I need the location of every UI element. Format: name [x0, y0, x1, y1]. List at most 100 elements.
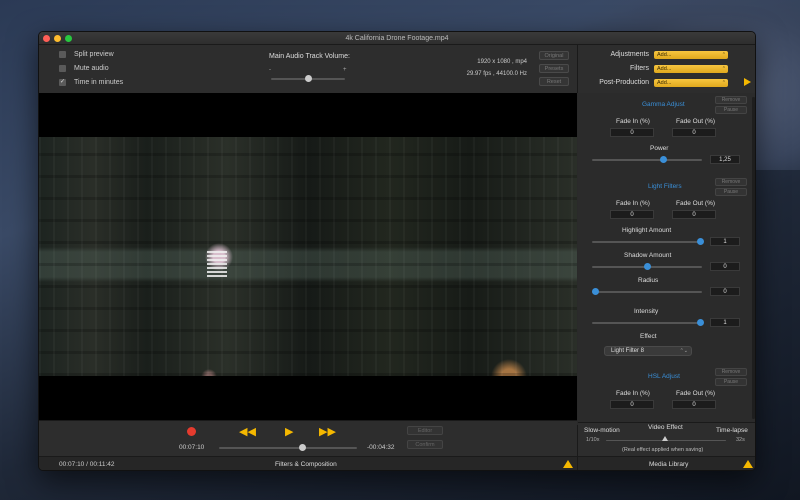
confirm-button[interactable]: Confirm	[407, 440, 443, 449]
window-controls	[43, 35, 72, 42]
minimize-button[interactable]	[54, 35, 61, 42]
volume-minus-icon: -	[269, 67, 271, 73]
panel-divider	[577, 425, 578, 470]
effect-label: Effect	[640, 333, 657, 340]
video-effect-title: Video Effect	[648, 424, 683, 431]
radius-label: Radius	[638, 277, 659, 284]
gamma-remove-button[interactable]: Remove	[715, 96, 747, 104]
elapsed-time: 00:07:10	[179, 444, 205, 451]
hsl-pause-button[interactable]: Pause	[715, 378, 747, 386]
volume-slider[interactable]	[271, 75, 345, 82]
record-button[interactable]	[187, 427, 196, 436]
remaining-time: -00:04:32	[367, 444, 395, 451]
intensity-slider-knob[interactable]	[697, 319, 704, 326]
shadow-slider-knob[interactable]	[644, 263, 651, 270]
time-in-minutes-label: Time in minutes	[74, 79, 124, 86]
original-button[interactable]: Original	[539, 51, 569, 60]
mute-audio-option[interactable]: Mute audio	[59, 65, 109, 72]
highlight-value[interactable]: 1	[710, 237, 740, 246]
filters-expand-icon[interactable]	[563, 460, 573, 468]
intensity-slider[interactable]	[592, 319, 704, 326]
zoom-button[interactable]	[65, 35, 72, 42]
highlight-slider-knob[interactable]	[697, 238, 704, 245]
radius-value[interactable]: 0	[710, 287, 740, 296]
mute-audio-checkbox[interactable]	[59, 65, 66, 72]
volume-label: Main Audio Track Volume:	[269, 53, 350, 60]
hsl-fade-in-label: Fade In (%)	[616, 390, 650, 397]
adjustments-dropdown[interactable]: Add...	[654, 51, 728, 59]
speed-min-label: 1/10x	[586, 437, 600, 443]
hsl-fade-in-field[interactable]: 0	[610, 400, 654, 409]
add-effects-panel: Adjustments Add... Filters Add... Post-P…	[577, 45, 755, 93]
gamma-fade-out-field[interactable]: 0	[672, 128, 716, 137]
light-pause-button[interactable]: Pause	[715, 188, 747, 196]
reset-button[interactable]: Reset	[539, 77, 569, 86]
power-slider[interactable]	[592, 156, 702, 163]
gamma-fade-in-field[interactable]: 0	[610, 128, 654, 137]
mute-audio-label: Mute audio	[74, 65, 109, 72]
fps-info: 29.97 fps , 44100.0 Hz	[466, 71, 527, 77]
play-icon[interactable]: ▶	[285, 425, 293, 438]
effects-list: Gamma Adjust Remove Pause Fade In (%) Fa…	[578, 93, 755, 422]
intensity-label: Intensity	[634, 308, 659, 315]
split-preview-checkbox[interactable]	[59, 51, 66, 58]
slow-motion-label: Slow-motion	[584, 427, 620, 434]
video-effect-slider-knob[interactable]	[662, 436, 668, 441]
effect-select[interactable]: Light Filter 8	[604, 346, 692, 356]
crosswalk-detail	[207, 249, 227, 277]
video-frame	[39, 137, 577, 376]
shadow-slider[interactable]	[592, 263, 702, 270]
highlight-amount-label: Highlight Amount	[622, 227, 672, 234]
rewind-icon[interactable]: ◀◀	[239, 425, 256, 438]
volume-plus-icon: +	[343, 67, 347, 73]
video-effect-slider[interactable]	[606, 436, 726, 441]
light-fade-in-label: Fade In (%)	[616, 200, 650, 207]
radius-slider[interactable]	[592, 288, 702, 295]
light-fade-out-field[interactable]: 0	[672, 210, 716, 219]
shadow-value[interactable]: 0	[710, 262, 740, 271]
close-button[interactable]	[43, 35, 50, 42]
app-window: 4k California Drone Footage.mp4 Split pr…	[38, 31, 756, 471]
hsl-remove-button[interactable]: Remove	[715, 368, 747, 376]
video-preview[interactable]	[39, 93, 577, 420]
gamma-pause-button[interactable]: Pause	[715, 106, 747, 114]
split-preview-label: Split preview	[74, 51, 114, 58]
resolution-info: 1920 x 1080 , mp4	[477, 59, 527, 65]
window-title: 4k California Drone Footage.mp4	[345, 34, 449, 42]
light-fade-out-label: Fade Out (%)	[676, 200, 716, 207]
power-label: Power	[650, 145, 669, 152]
video-effect-note: (Real effect applied when saving)	[622, 447, 704, 453]
hsl-fade-out-label: Fade Out (%)	[676, 390, 716, 397]
editor-button[interactable]: Editor	[407, 426, 443, 435]
media-library-label[interactable]: Media Library	[649, 461, 688, 468]
fast-forward-icon[interactable]: ▶▶	[319, 425, 336, 438]
timeline-slider-knob[interactable]	[299, 444, 306, 451]
light-remove-button[interactable]: Remove	[715, 178, 747, 186]
light-filters-title: Light Filters	[648, 183, 682, 190]
volume-slider-knob[interactable]	[305, 75, 312, 82]
playback-controls: ◀◀ ▶ ▶▶ 00:07:10 -00:04:32 Editor Confir…	[39, 420, 577, 456]
hsl-fade-out-field[interactable]: 0	[672, 400, 716, 409]
timeline-slider[interactable]	[219, 444, 357, 451]
speed-max-label: 32s	[736, 437, 745, 443]
intensity-value[interactable]: 1	[710, 318, 740, 327]
post-production-dropdown[interactable]: Add...	[654, 79, 728, 87]
time-lapse-label: Time-lapse	[716, 427, 748, 434]
apply-arrow-icon[interactable]	[744, 78, 751, 86]
highlight-slider[interactable]	[592, 238, 704, 245]
radius-slider-knob[interactable]	[592, 288, 599, 295]
title-bar: 4k California Drone Footage.mp4	[39, 32, 755, 45]
gamma-fade-out-label: Fade Out (%)	[676, 118, 716, 125]
filters-composition-label[interactable]: Filters & Composition	[275, 461, 337, 468]
gamma-adjust-title: Gamma Adjust	[642, 101, 685, 108]
power-slider-knob[interactable]	[660, 156, 667, 163]
light-fade-in-field[interactable]: 0	[610, 210, 654, 219]
media-library-expand-icon[interactable]	[743, 460, 753, 468]
split-preview-option[interactable]: Split preview	[59, 51, 114, 58]
time-in-minutes-checkbox[interactable]: ✓	[59, 79, 66, 86]
effects-scrollbar[interactable]	[752, 97, 755, 419]
time-in-minutes-option[interactable]: ✓ Time in minutes	[59, 79, 123, 86]
power-value[interactable]: 1,25	[710, 155, 740, 164]
presets-button[interactable]: Presets	[539, 64, 569, 73]
filters-dropdown[interactable]: Add...	[654, 65, 728, 73]
